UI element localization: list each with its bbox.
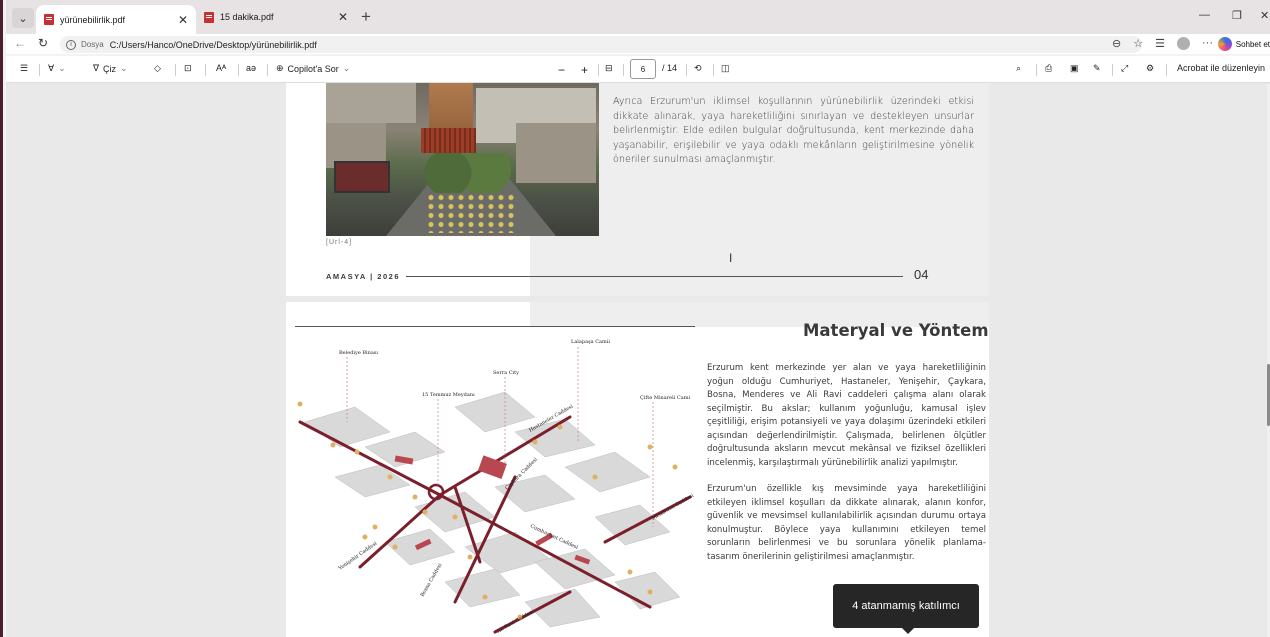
tab-title: yürünebilirlik.pdf: [60, 14, 126, 25]
label-serra: Serra City: [493, 370, 519, 376]
acrobat-edit-button[interactable]: Acrobat ile düzenleyin: [1177, 63, 1265, 73]
page-view-icon[interactable]: ◫: [721, 63, 730, 74]
label-aliravi: Ali Ravi Caddesi: [495, 609, 535, 636]
pdf-viewer[interactable]: [Url-4] Ayrıca Erzurum'un iklimsel koşul…: [6, 83, 1270, 637]
page-footer-label: AMASYA | 2026: [326, 272, 400, 281]
label-belediye: Belediye Binası: [339, 350, 378, 356]
copilot-ask-label: Copilot'a Sor: [287, 63, 339, 74]
body-paragraph: Ayrıca Erzurum'un iklimsel koşullarının …: [613, 96, 974, 165]
copilot-icon: ⊕: [276, 63, 284, 73]
draw-button[interactable]: ∇ Çiz ⌄: [93, 63, 128, 74]
favorite-star-icon[interactable]: ☆: [1133, 37, 1143, 50]
info-icon[interactable]: i: [66, 39, 76, 50]
pdf-icon: [44, 14, 54, 25]
pdf-toolbar: ☰ ∀ ⌄ ∇ Çiz ⌄ ◇ ⊡ Aᴬ aə ⊕ Copilot'a Sor ⌄ − +…: [6, 56, 1270, 83]
save-as-icon[interactable]: ✎: [1093, 63, 1101, 74]
browser-window: ⌄ yürünebilirlik.pdf ✕ 15 dakika.pdf ✕ +…: [0, 0, 1270, 637]
image-caption: [Url-4]: [326, 239, 353, 246]
back-icon[interactable]: ←: [14, 36, 26, 50]
pdf-page-4: [Url-4] Ayrıca Erzurum'un iklimsel koşul…: [286, 83, 989, 296]
section-body: Erzurum kent merkezinde yer alan ve yaya…: [707, 362, 986, 564]
label-lalapasa: Lalapaşa Camii: [571, 339, 610, 345]
refresh-icon[interactable]: ↻: [38, 36, 48, 50]
address-actions: ⊖ ☆ ☰ ···: [1112, 37, 1213, 50]
more-menu-icon[interactable]: ···: [1202, 37, 1213, 50]
label-menderes: Menderes Caddesi: [651, 493, 695, 522]
axonometric-map: Belediye Binası Lalapaşa Camii Serra Cit…: [297, 339, 695, 636]
body-paragraph: Erzurum'un özellikle kış mevsiminde yaya…: [707, 484, 986, 562]
rotate-icon[interactable]: ⟲: [694, 63, 702, 74]
eraser-icon[interactable]: ◇: [154, 63, 161, 74]
fullscreen-icon[interactable]: ⤢: [1121, 63, 1128, 74]
save-icon[interactable]: ▣: [1070, 63, 1079, 74]
highlighter-icon: ∀: [48, 63, 55, 73]
print-icon[interactable]: ⎙: [1045, 63, 1052, 74]
contents-icon[interactable]: ☰: [20, 63, 28, 74]
protocol-label: Dosya: [81, 40, 104, 49]
label-cifte: Çifte Minareli Cami: [640, 395, 690, 401]
label-15-temmuz: 15 Temmuz Meydanı: [422, 392, 475, 398]
pdf-icon: [204, 11, 214, 23]
search-icon[interactable]: ⌕: [1016, 63, 1021, 74]
participants-tooltip: 4 atanmamış katılımcı: [833, 584, 979, 634]
study-area-map: Belediye Binası Lalapaşa Camii Serra Cit…: [295, 326, 695, 637]
zoom-in-button[interactable]: +: [581, 63, 588, 77]
favorites-bar-icon[interactable]: ☰: [1155, 37, 1165, 50]
highlight-button[interactable]: ∀ ⌄: [48, 63, 66, 74]
zoom-icon[interactable]: ⊖: [1112, 37, 1121, 50]
close-tab-icon[interactable]: ✕: [338, 10, 348, 24]
url-text: C:/Users/Hanco/OneDrive/Desktop/yürünebi…: [109, 39, 317, 50]
close-tab-icon[interactable]: ✕: [178, 13, 188, 27]
tab-title: 15 dakika.pdf: [220, 12, 274, 22]
draw-label: Çiz: [103, 63, 117, 74]
pen-icon: ∇: [93, 63, 100, 73]
tab-bar: ⌄ yürünebilirlik.pdf ✕ 15 dakika.pdf ✕ +…: [6, 0, 1270, 34]
body-paragraph: Erzurum kent merkezinde yer alan ve yaya…: [707, 363, 986, 468]
label-bosna: Bosna Caddesi: [420, 562, 444, 598]
settings-gear-icon[interactable]: ⚙: [1146, 63, 1154, 74]
footer-divider: [406, 276, 903, 277]
restore-button[interactable]: ❐: [1232, 9, 1242, 22]
close-window-button[interactable]: ✕: [1260, 9, 1269, 22]
tab-actions-menu-button[interactable]: ⌄: [12, 8, 34, 28]
total-pages: / 14: [662, 63, 678, 73]
tab-yurunebilirlik[interactable]: yürünebilirlik.pdf ✕: [36, 5, 196, 34]
new-tab-button[interactable]: +: [361, 7, 371, 27]
page-number: 04: [914, 267, 929, 282]
zoom-out-button[interactable]: −: [558, 63, 565, 77]
profile-avatar[interactable]: [1177, 37, 1190, 50]
read-aloud-icon[interactable]: Aᴬ: [216, 63, 226, 73]
text-box-icon[interactable]: ⊡: [184, 63, 192, 74]
city-collage-image: [326, 83, 599, 236]
tab-15-dakika[interactable]: 15 dakika.pdf ✕: [196, 5, 356, 29]
copilot-ask-button[interactable]: ⊕ Copilot'a Sor ⌄: [276, 63, 350, 74]
text-cursor-icon: I: [729, 251, 733, 265]
copilot-label: Sohbet et: [1235, 39, 1270, 49]
fit-page-icon[interactable]: ⊟: [605, 63, 613, 74]
copilot-chat-button[interactable]: Sohbet et: [1217, 35, 1270, 53]
url-field[interactable]: i Dosya C:/Users/Hanco/OneDrive/Desktop/…: [60, 36, 1142, 53]
page-number-input[interactable]: 6: [630, 59, 656, 79]
copilot-icon: [1217, 37, 1232, 51]
translate-icon[interactable]: aə: [246, 63, 256, 73]
minimize-button[interactable]: —: [1199, 9, 1210, 21]
address-bar: ← ↻ i Dosya C:/Users/Hanco/OneDrive/Desk…: [6, 34, 1270, 54]
section-title: Materyal ve Yöntem: [803, 321, 989, 340]
